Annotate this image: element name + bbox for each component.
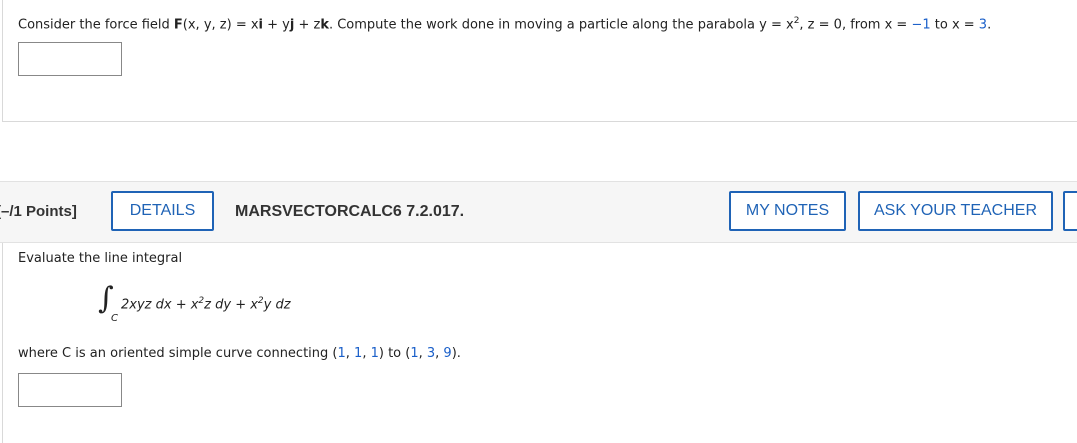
more-button[interactable] xyxy=(1063,191,1077,231)
answer-input-1[interactable] xyxy=(18,42,122,76)
integral-symbol: ∫ xyxy=(98,281,114,316)
answer-input-2[interactable] xyxy=(18,373,122,407)
question-2-condition: where C is an oriented simple curve conn… xyxy=(18,346,461,361)
details-button[interactable]: DETAILS xyxy=(111,191,214,231)
my-notes-button[interactable]: MY NOTES xyxy=(729,191,846,231)
question-2-panel xyxy=(2,243,1077,443)
question-1-text: Consider the force field F(x, y, z) = xi… xyxy=(18,16,992,33)
question-code: MARSVECTORCALC6 7.2.017. xyxy=(235,203,465,220)
question-2-intro: Evaluate the line integral xyxy=(18,251,183,266)
integral-path-label: C xyxy=(111,313,118,324)
ask-your-teacher-button[interactable]: ASK YOUR TEACHER xyxy=(858,191,1053,231)
points-label: [–/1 Points] xyxy=(0,203,77,220)
integrand-expression: 2xyz dx + x2z dy + x2y dz xyxy=(121,296,291,313)
